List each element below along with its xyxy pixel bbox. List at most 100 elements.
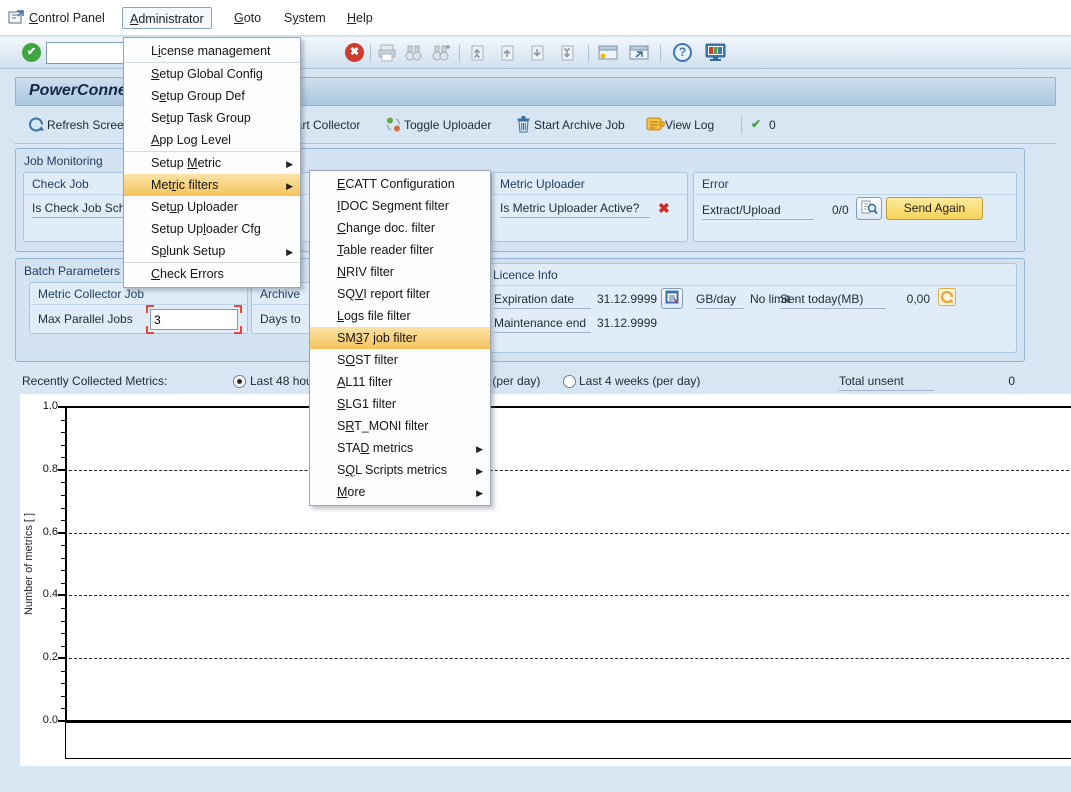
refresh-icon[interactable] bbox=[28, 116, 45, 136]
toggle-uploader-icon[interactable] bbox=[385, 116, 402, 136]
toggle-uploader-button[interactable]: Toggle Uploader bbox=[404, 118, 491, 132]
metric-uploader-group: Metric Uploader Is Metric Uploader Activ… bbox=[491, 172, 688, 242]
find-icon[interactable] bbox=[404, 44, 423, 65]
metric-filters-submenu: ECATT ConfigurationIDOC Segment filterCh… bbox=[309, 170, 491, 506]
refresh-screen-button[interactable]: Refresh Screen bbox=[47, 118, 130, 132]
show-error-details-button[interactable] bbox=[856, 197, 882, 220]
menu-item-sost-filter[interactable]: SOST filter bbox=[310, 349, 490, 371]
previous-page-icon[interactable] bbox=[498, 44, 516, 65]
start-archive-job-button[interactable]: Start Archive Job bbox=[534, 118, 625, 132]
menu-item-setup-global-config[interactable]: Setup Global Config bbox=[124, 63, 300, 85]
menu-item-setup-task-group[interactable]: Setup Task Group bbox=[124, 107, 300, 129]
radio-last-48-hours[interactable] bbox=[233, 375, 246, 388]
menu-item-license-management[interactable]: License management bbox=[124, 40, 300, 62]
menu-item-setup-uploader-cfg[interactable]: Setup Uploader Cfg bbox=[124, 218, 300, 240]
cancel-x-icon[interactable]: ✖ bbox=[345, 43, 364, 62]
y-minor-tick bbox=[61, 457, 67, 458]
next-page-icon[interactable] bbox=[528, 44, 546, 65]
y-minor-tick bbox=[61, 646, 67, 647]
total-unsent-label: Total unsent bbox=[839, 374, 934, 391]
check-job-title: Check Job bbox=[32, 177, 89, 191]
metric-uploader-title: Metric Uploader bbox=[500, 177, 585, 191]
uploader-active-label: Is Metric Uploader Active? bbox=[500, 201, 650, 218]
view-log-icon[interactable] bbox=[646, 116, 665, 135]
help-icon[interactable]: ? bbox=[673, 43, 692, 62]
menu-item-nriv-filter[interactable]: NRIV filter bbox=[310, 261, 490, 283]
menubar-item-help[interactable]: Help bbox=[340, 7, 380, 29]
menu-bar: Control Panel Administrator Goto System Help bbox=[0, 0, 1071, 36]
menubar-item-control-panel[interactable]: Control Panel bbox=[22, 7, 112, 29]
radio-last-4-weeks-label[interactable]: Last 4 weeks (per day) bbox=[579, 374, 700, 388]
expiration-calendar-button[interactable] bbox=[661, 288, 683, 309]
maintenance-end-value: 31.12.9999 bbox=[597, 316, 657, 330]
menu-item-idoc-segment-filter[interactable]: IDOC Segment filter bbox=[310, 195, 490, 217]
y-major-tick bbox=[58, 720, 67, 722]
focus-corner bbox=[234, 326, 242, 334]
menu-item-setup-group-def[interactable]: Setup Group Def bbox=[124, 85, 300, 107]
radio-last-4-weeks[interactable] bbox=[563, 375, 576, 388]
menu-item-table-reader-filter[interactable]: Table reader filter bbox=[310, 239, 490, 261]
customize-layout-icon[interactable] bbox=[705, 43, 726, 66]
view-log-button[interactable]: View Log bbox=[665, 118, 714, 132]
licence-info-title: Licence Info bbox=[493, 268, 558, 282]
menu-item-change-doc-filter[interactable]: Change doc. filter bbox=[310, 217, 490, 239]
y-major-tick bbox=[58, 657, 67, 659]
menu-item-stad-metrics[interactable]: STAD metrics▶ bbox=[310, 437, 490, 459]
focus-corner bbox=[234, 305, 242, 313]
sent-refresh-icon[interactable] bbox=[938, 288, 956, 309]
menubar-item-system[interactable]: System bbox=[277, 7, 333, 29]
y-minor-tick bbox=[61, 683, 67, 684]
y-minor-tick bbox=[61, 608, 67, 609]
sap-gui-window: Control Panel Administrator Goto System Help… bbox=[0, 0, 1071, 792]
y-minor-tick bbox=[61, 671, 67, 672]
max-parallel-jobs-label: Max Parallel Jobs bbox=[38, 312, 133, 326]
uploader-inactive-x-icon: ✖ bbox=[658, 200, 670, 217]
group-divider bbox=[695, 194, 1015, 195]
y-minor-tick bbox=[61, 583, 67, 584]
menu-item-app-log-level[interactable]: App Log Level bbox=[124, 129, 300, 151]
expiration-date-label: Expiration date bbox=[494, 292, 591, 309]
submenu-arrow-icon: ▶ bbox=[286, 175, 293, 197]
send-again-button[interactable]: Send Again bbox=[886, 197, 983, 220]
max-parallel-jobs-input[interactable] bbox=[150, 309, 238, 330]
gridline bbox=[69, 658, 1069, 659]
last-page-icon[interactable] bbox=[558, 44, 576, 65]
menu-item-sql-scripts-metrics[interactable]: SQL Scripts metrics▶ bbox=[310, 459, 490, 481]
menu-item-splunk-setup[interactable]: Splunk Setup▶ bbox=[124, 240, 300, 262]
first-page-icon[interactable] bbox=[468, 44, 486, 65]
trash-icon[interactable] bbox=[516, 115, 531, 136]
y-minor-tick bbox=[61, 445, 67, 446]
menu-item-ecatt-configuration[interactable]: ECATT Configuration bbox=[310, 173, 490, 195]
menu-item-setup-metric[interactable]: Setup Metric▶ bbox=[124, 152, 300, 174]
menu-item-more[interactable]: More▶ bbox=[310, 481, 490, 503]
menu-item-sm37-job-filter[interactable]: SM37 job filter bbox=[310, 327, 490, 349]
menu-item-slg1-filter[interactable]: SLG1 filter bbox=[310, 393, 490, 415]
sent-today-label: Sent today(MB) bbox=[780, 292, 886, 309]
enter-check-icon[interactable]: ✔ bbox=[22, 43, 41, 62]
group-divider bbox=[486, 285, 1015, 286]
menu-item-logs-file-filter[interactable]: Logs file filter bbox=[310, 305, 490, 327]
y-tick-label: 0.6 bbox=[26, 526, 58, 538]
focus-corner bbox=[146, 326, 154, 334]
menu-item-check-errors[interactable]: Check Errors bbox=[124, 263, 300, 285]
menubar-item-administrator[interactable]: Administrator bbox=[122, 7, 212, 29]
new-session-icon[interactable] bbox=[597, 44, 619, 65]
menu-item-srt-moni-filter[interactable]: SRT_MONI filter bbox=[310, 415, 490, 437]
create-shortcut-icon[interactable] bbox=[628, 44, 650, 65]
recently-collected-metrics-label: Recently Collected Metrics: bbox=[22, 374, 167, 388]
menu-item-al11-filter[interactable]: AL11 filter bbox=[310, 371, 490, 393]
menu-item-sqvi-report-filter[interactable]: SQVI report filter bbox=[310, 283, 490, 305]
print-icon[interactable] bbox=[377, 44, 397, 65]
toolbar-separator bbox=[741, 116, 742, 134]
y-tick-label: 0.4 bbox=[26, 588, 58, 600]
ok-count: 0 bbox=[769, 118, 776, 132]
menu-item-setup-uploader[interactable]: Setup Uploader bbox=[124, 196, 300, 218]
group-divider bbox=[493, 194, 686, 195]
menubar-item-goto[interactable]: Goto bbox=[227, 7, 268, 29]
find-next-icon[interactable] bbox=[431, 44, 450, 65]
menu-item-metric-filters[interactable]: Metric filters▶ bbox=[124, 174, 300, 196]
y-minor-tick bbox=[61, 508, 67, 509]
metric-collector-job-title: Metric Collector Job bbox=[38, 287, 144, 301]
y-major-tick bbox=[58, 469, 67, 471]
licence-info-group: Licence Info Expiration date 31.12.9999 … bbox=[484, 263, 1017, 353]
